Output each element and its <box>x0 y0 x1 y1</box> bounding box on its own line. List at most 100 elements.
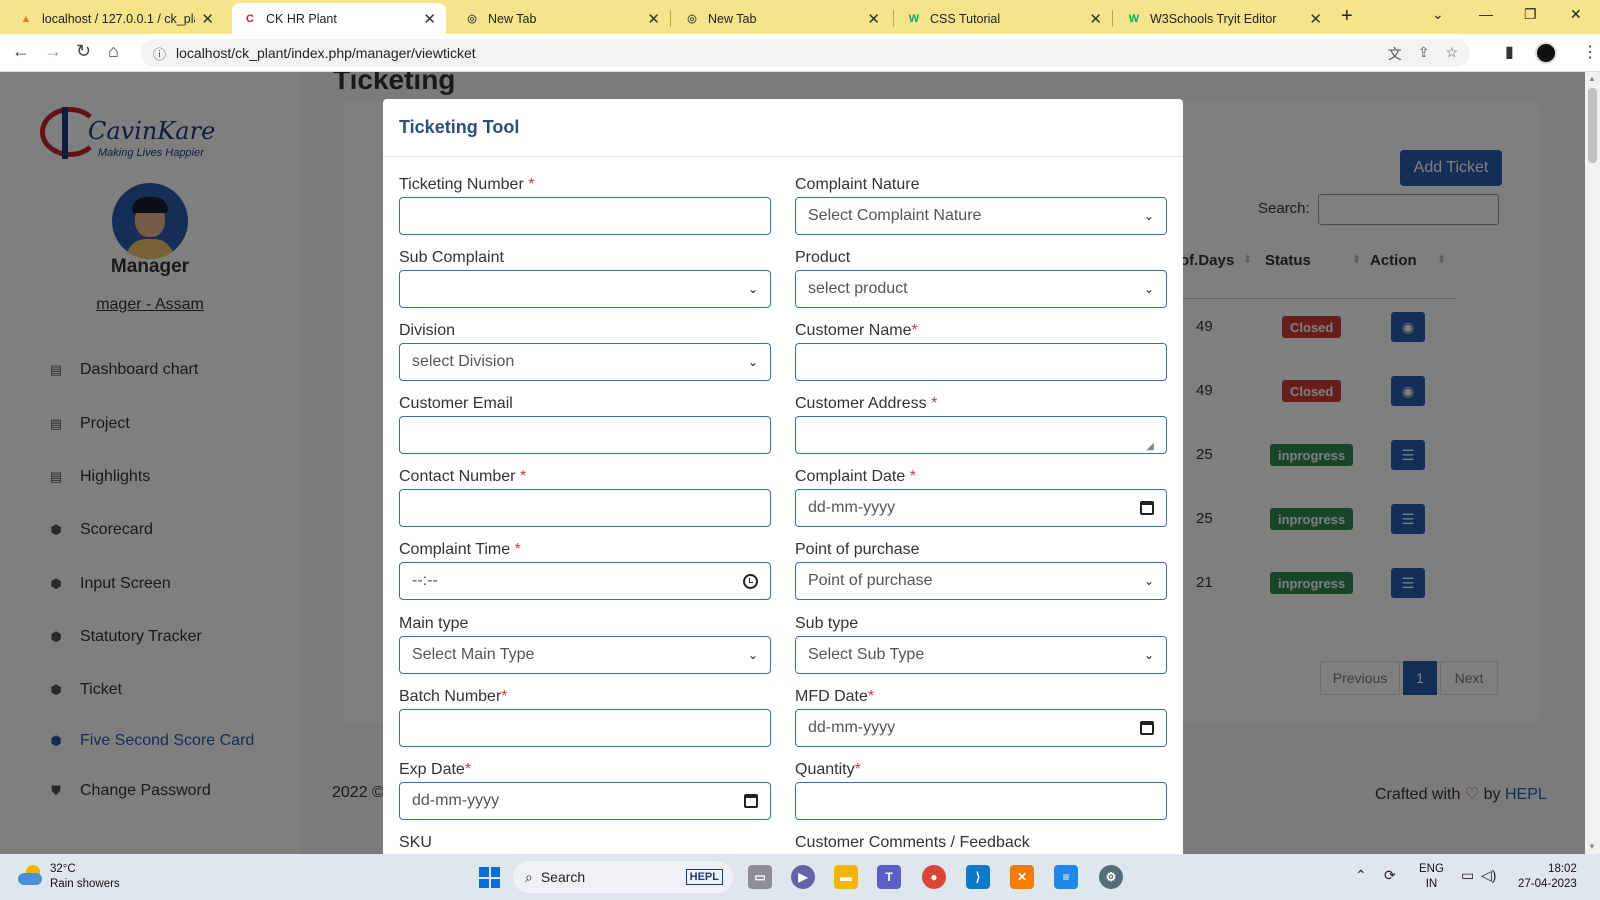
complaint-nature-select[interactable]: Select Complaint Nature ⌄ <box>795 197 1167 235</box>
menu-dots-icon[interactable]: ⋮ <box>1582 42 1598 62</box>
tab-search-icon[interactable]: ⌄ <box>1432 6 1444 23</box>
chevron-down-icon: ⌄ <box>1143 574 1154 588</box>
side-panel-icon[interactable]: ▮ <box>1505 42 1514 62</box>
sub-complaint-select[interactable]: ⌄ <box>399 270 771 308</box>
tab-tryit-editor[interactable]: W W3Schools Tryit Editor ✕ <box>1116 3 1332 34</box>
calendar-icon[interactable] <box>1140 721 1154 735</box>
translate-icon[interactable]: 文 <box>1388 44 1402 64</box>
complaint-time-input[interactable]: --:-- <box>399 562 771 600</box>
volume-icon[interactable]: ◁) <box>1481 867 1496 884</box>
point-of-purchase-select[interactable]: Point of purchase ⌄ <box>795 562 1167 600</box>
system-clock[interactable]: 18:02 27-04-2023 <box>1518 862 1577 892</box>
tab-title: New Tab <box>488 11 537 26</box>
restore-icon[interactable]: ❐ <box>1524 6 1537 23</box>
product-select[interactable]: select product ⌄ <box>795 270 1167 308</box>
show-hidden-icons[interactable]: ⌃ <box>1355 867 1367 884</box>
vscode-icon[interactable]: ⟩ <box>966 865 990 889</box>
reload-icon[interactable]: ↻ <box>76 41 91 62</box>
close-icon[interactable]: ✕ <box>1309 10 1322 28</box>
batch-number-label: Batch Number* <box>399 688 508 706</box>
file-explorer-icon[interactable]: ▬ <box>834 865 858 889</box>
select-value: Select Sub Type <box>808 646 925 663</box>
profile-avatar[interactable] <box>1535 42 1557 64</box>
window-close-icon[interactable]: ✕ <box>1570 6 1582 23</box>
page-content: CavinKare Making Lives Happier Manager m… <box>0 72 1585 854</box>
tab-new-tab[interactable]: ◎ New Tab ✕ <box>674 3 890 34</box>
scroll-up-icon[interactable]: ▲ <box>1588 74 1596 83</box>
tab-new-tab[interactable]: ◎ New Tab ✕ <box>454 3 670 34</box>
customer-comments-label: Customer Comments / Feedback <box>795 834 1030 851</box>
tab-css-tutorial[interactable]: W CSS Tutorial ✕ <box>896 3 1112 34</box>
forward-icon[interactable]: → <box>44 41 62 62</box>
tab-ck-hr-plant[interactable]: C CK HR Plant ✕ <box>232 3 446 34</box>
sku-label: SKU <box>399 834 432 851</box>
close-icon[interactable]: ✕ <box>647 10 660 28</box>
page-scrollbar[interactable]: ▲ ▼ <box>1585 72 1600 854</box>
w3schools-icon: W <box>908 12 920 25</box>
bookmark-star-icon[interactable]: ☆ <box>1445 44 1458 64</box>
teams-icon[interactable]: T <box>877 865 901 889</box>
calendar-icon[interactable] <box>744 794 758 808</box>
customer-email-input[interactable] <box>399 416 771 454</box>
address-bar[interactable]: ⓘ localhost/ck_plant/index.php/manager/v… <box>141 39 1470 67</box>
calendar-icon[interactable] <box>1140 501 1154 515</box>
close-icon[interactable]: ✕ <box>201 10 214 28</box>
minimize-icon[interactable]: — <box>1479 6 1493 22</box>
site-info-icon[interactable]: ⓘ <box>153 44 166 63</box>
onedrive-sync-icon[interactable]: ⟳ <box>1384 867 1396 884</box>
xampp-icon[interactable]: ✕ <box>1010 865 1034 889</box>
tab-phpmyadmin[interactable]: ▲ localhost / 127.0.0.1 / ck_plan ✕ <box>8 3 224 34</box>
home-icon[interactable]: ⌂ <box>108 41 119 62</box>
contact-number-input[interactable] <box>399 489 771 527</box>
sub-type-select[interactable]: Select Sub Type ⌄ <box>795 636 1167 674</box>
customer-email-label: Customer Email <box>399 395 513 412</box>
language-indicator[interactable]: ENG IN <box>1419 862 1444 892</box>
required-marker: * <box>931 395 938 412</box>
sub-type-label: Sub type <box>795 615 859 632</box>
windows-start-icon[interactable] <box>479 867 500 888</box>
complaint-date-label: Complaint Date * <box>795 468 916 486</box>
main-type-label: Main type <box>399 615 469 632</box>
division-select[interactable]: select Division ⌄ <box>399 343 771 381</box>
close-icon[interactable]: ✕ <box>423 10 436 28</box>
complaint-date-input[interactable]: dd-mm-yyyy <box>795 489 1167 527</box>
notepad-icon[interactable]: ≡ <box>1054 865 1078 889</box>
scroll-down-icon[interactable]: ▼ <box>1588 842 1596 851</box>
close-icon[interactable]: ✕ <box>867 10 880 28</box>
resize-grip-icon[interactable]: ◢ <box>1146 441 1154 452</box>
customer-name-input[interactable] <box>795 343 1167 381</box>
main-type-select[interactable]: Select Main Type ⌄ <box>399 636 771 674</box>
back-icon[interactable]: ← <box>12 41 30 62</box>
select-value: select Division <box>412 353 515 370</box>
weather-icon[interactable] <box>16 863 44 889</box>
select-value: Select Main Type <box>412 646 535 663</box>
chevron-down-icon: ⌄ <box>747 282 758 296</box>
required-marker: * <box>854 761 861 778</box>
quantity-input[interactable] <box>795 782 1167 820</box>
tab-title: W3Schools Tryit Editor <box>1150 11 1277 26</box>
ticketing-number-label: Ticketing Number * <box>399 176 534 194</box>
taskbar-search[interactable]: ⌕ Search HEPL <box>513 861 733 893</box>
video-call-icon[interactable]: ▶ <box>791 865 815 889</box>
chrome-icon: ◎ <box>467 13 477 25</box>
task-view-icon[interactable]: ▭ <box>748 865 772 889</box>
close-icon[interactable]: ✕ <box>1089 10 1102 28</box>
weather-widget[interactable]: 32°C Rain showers <box>50 862 120 892</box>
clock-icon[interactable] <box>743 573 758 589</box>
chrome-icon[interactable]: ● <box>922 865 946 889</box>
select-value: Select Complaint Nature <box>808 207 982 224</box>
phpmyadmin-icon: ▲ <box>20 12 32 25</box>
new-tab-icon[interactable]: + <box>1341 5 1353 28</box>
ticketing-number-input[interactable] <box>399 197 771 235</box>
batch-number-input[interactable] <box>399 709 771 747</box>
settings-icon[interactable]: ⚙ <box>1099 865 1123 889</box>
share-icon[interactable]: ⇪ <box>1418 44 1430 64</box>
scroll-thumb[interactable] <box>1588 88 1597 163</box>
exp-date-input[interactable]: dd-mm-yyyy <box>399 782 771 820</box>
label-text: Customer Name <box>795 322 912 339</box>
chevron-down-icon: ⌄ <box>1143 648 1154 662</box>
network-icon[interactable]: ▭ <box>1461 867 1474 884</box>
customer-address-textarea[interactable]: ◢ <box>795 416 1167 454</box>
clock-time: 18:02 <box>1548 863 1577 875</box>
mfd-date-input[interactable]: dd-mm-yyyy <box>795 709 1167 747</box>
